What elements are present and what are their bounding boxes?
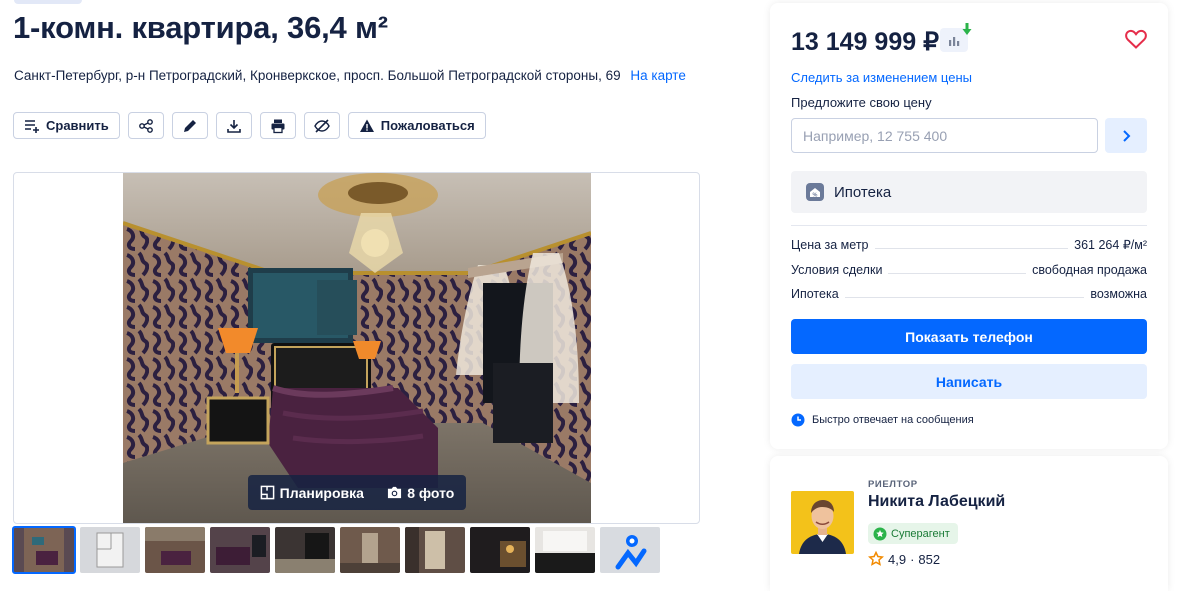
price: 13 149 999 ₽: [791, 28, 939, 56]
thumbnail[interactable]: [210, 527, 270, 573]
thumbnail-kitchen: [470, 527, 530, 573]
chevron-right-icon: [1123, 129, 1131, 142]
detail-row: Условия сделки свободная продажа: [791, 261, 1147, 277]
thumbnail-strip: [12, 526, 660, 574]
price-down-arrow-icon: [962, 23, 972, 35]
thumbnail-bedroom: [14, 527, 74, 573]
offer-submit-button[interactable]: [1105, 118, 1147, 153]
dotted-leader: [844, 297, 1085, 298]
detail-label: Ипотека: [791, 287, 839, 301]
photos-count-button[interactable]: 8 фото: [387, 485, 454, 501]
floor-plan-icon: [260, 485, 274, 500]
detail-value: возможна: [1090, 287, 1147, 301]
thumbnail-hall: [405, 527, 465, 573]
hide-icon: [313, 118, 330, 133]
thumbnail-room: [210, 527, 270, 573]
floor-plan-button[interactable]: Планировка: [260, 485, 364, 501]
star-badge-icon: [873, 527, 887, 540]
realtor-photo: [791, 491, 854, 554]
detail-label: Цена за метр: [791, 238, 869, 252]
thumbnail-hall: [340, 527, 400, 573]
offer-price-input[interactable]: [791, 118, 1098, 153]
map-link[interactable]: На карте: [630, 68, 685, 83]
thumbnail[interactable]: [145, 527, 205, 573]
thumbnail-map: [600, 527, 660, 573]
download-icon: [226, 119, 241, 133]
detail-row: Цена за метр 361 264 ₽/м²: [791, 236, 1147, 252]
listing-title: 1-комн. квартира, 36,4 м²: [13, 10, 388, 45]
bar-chart-icon: [949, 37, 960, 46]
compare-icon: [25, 119, 39, 133]
star-outline-icon: [868, 551, 884, 566]
badge-label: Суперагент: [891, 527, 950, 540]
dotted-leader: [874, 248, 1069, 249]
write-message-button[interactable]: Написать: [791, 364, 1147, 399]
reviews-count: 852: [918, 551, 941, 567]
clock-icon: [791, 413, 805, 427]
detail-value: 361 264 ₽/м²: [1074, 238, 1147, 252]
listing-toolbar: Сравнить Пожаловаться: [13, 112, 486, 139]
thumbnail-plan: [80, 527, 140, 573]
mortgage-label: Ипотека: [834, 183, 892, 201]
main-photo[interactable]: [123, 173, 591, 523]
photo-gallery[interactable]: Планировка 8 фото: [13, 172, 700, 524]
download-button[interactable]: [215, 112, 252, 139]
report-label: Пожаловаться: [380, 118, 475, 133]
thumbnail[interactable]: [275, 527, 335, 573]
detail-value: свободная продажа: [1032, 263, 1147, 277]
photos-count-label: 8 фото: [407, 484, 455, 501]
svg-text:%: %: [813, 193, 818, 199]
address-text: Санкт-Петербург, р-н Петроградский, Крон…: [14, 68, 621, 83]
hide-button[interactable]: [303, 112, 340, 139]
realtor-role: РИЕЛТОР: [868, 479, 918, 490]
edit-note-button[interactable]: [171, 112, 208, 139]
fast-reply-note: Быстро отвечает на сообщения: [791, 413, 974, 427]
bedroom-photo: [123, 173, 591, 523]
camera-icon: [388, 486, 402, 499]
dotted-leader: [888, 273, 1027, 274]
realtor-name[interactable]: Никита Лабецкий: [868, 493, 1005, 511]
pencil-icon: [183, 119, 196, 132]
warning-icon: [359, 119, 374, 132]
report-button[interactable]: Пожаловаться: [347, 112, 486, 139]
share-icon: [138, 118, 153, 133]
thumbnail[interactable]: [535, 527, 595, 573]
fast-reply-text: Быстро отвечает на сообщения: [812, 414, 974, 426]
superagent-badge: Суперагент: [868, 523, 958, 544]
compare-label: Сравнить: [46, 118, 109, 133]
favorite-heart-icon[interactable]: [1124, 27, 1148, 51]
compare-button[interactable]: Сравнить: [13, 112, 120, 139]
print-icon: [271, 119, 285, 133]
rating-separator: ·: [910, 551, 915, 567]
thumbnail[interactable]: [340, 527, 400, 573]
gallery-controls: Планировка 8 фото: [248, 475, 466, 510]
share-button[interactable]: [127, 112, 164, 139]
realtor-rating[interactable]: 4,9 · 852: [868, 551, 940, 567]
price-card: 13 149 999 ₽ Следить за изменением цены …: [770, 3, 1168, 449]
thumbnail[interactable]: [470, 527, 530, 573]
thumbnail[interactable]: [80, 527, 140, 573]
watch-price-link[interactable]: Следить за изменением цены: [791, 70, 972, 85]
thumbnail-room: [145, 527, 205, 573]
avatar[interactable]: [791, 491, 854, 554]
listing-address: Санкт-Петербург, р-н Петроградский, Крон…: [14, 68, 686, 83]
detail-row: Ипотека возможна: [791, 285, 1147, 301]
mortgage-button[interactable]: % Ипотека: [791, 171, 1147, 213]
print-button[interactable]: [259, 112, 296, 139]
mortgage-house-icon: %: [806, 183, 824, 201]
rating-value: 4,9: [888, 551, 907, 567]
thumbnail-room: [275, 527, 335, 573]
floor-plan-label: Планировка: [279, 484, 364, 501]
thumbnail[interactable]: [600, 527, 660, 573]
thumbnail-bathroom: [535, 527, 595, 573]
thumbnail[interactable]: [405, 527, 465, 573]
thumbnail[interactable]: [12, 526, 76, 574]
realtor-card: РИЕЛТОР Никита Лабецкий Суперагент 4,9 ·…: [770, 456, 1168, 591]
offer-label: Предложите свою цену: [791, 95, 932, 110]
top-tab-indicator: [14, 0, 82, 4]
detail-label: Условия сделки: [791, 263, 883, 277]
show-phone-button[interactable]: Показать телефон: [791, 319, 1147, 354]
divider: [791, 225, 1147, 226]
